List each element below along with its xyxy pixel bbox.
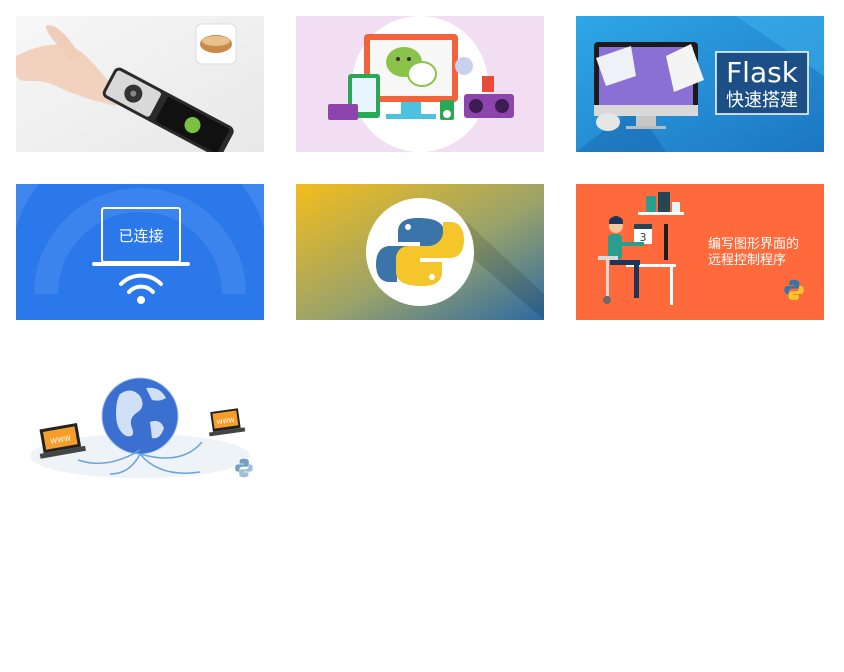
thumbnail-python[interactable] [296, 184, 544, 320]
thumbnail-flask[interactable]: Flask 快速搭建 [576, 16, 824, 152]
gui-title-line2: 远程控制程序 [708, 253, 786, 268]
thumbnail-wifi-connected[interactable]: 已连接 [16, 184, 264, 320]
flask-image: Flask 快速搭建 [576, 16, 824, 152]
remote-phone-wechat-image [16, 16, 264, 152]
python-image [296, 184, 544, 320]
thumbnail-remote-phone-wechat[interactable] [16, 16, 264, 152]
flask-subtitle: 快速搭建 [726, 90, 798, 111]
globe-network-image: WWW WWW [16, 352, 264, 488]
connected-badge: 已连接 [118, 227, 163, 245]
thumbnail-globe-network[interactable]: WWW WWW [16, 352, 264, 488]
wechat-devices-image [296, 16, 544, 152]
thumbnail-wechat-devices[interactable] [296, 16, 544, 152]
thumbnail-gui-remote-control[interactable]: 3 编写图形界面的 远程控制程序 [576, 184, 824, 320]
gui-remote-control-image: 3 编写图形界面的 远程控制程序 [576, 184, 824, 320]
wifi-connected-image: 已连接 [16, 184, 264, 320]
globe-icon [101, 377, 179, 455]
flask-title: Flask [726, 56, 799, 89]
gui-title-line1: 编写图形界面的 [708, 236, 799, 252]
